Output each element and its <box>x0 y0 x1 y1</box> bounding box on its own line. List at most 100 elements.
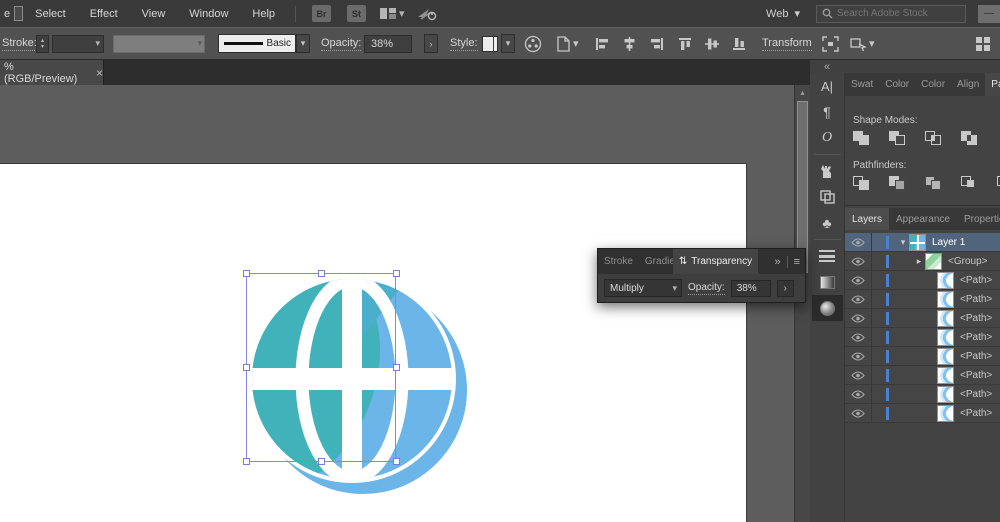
layer-thumbnail[interactable] <box>937 309 954 327</box>
recolor-artwork-icon[interactable] <box>524 35 542 53</box>
expand-chevron[interactable]: ▸ <box>913 256 925 267</box>
variable-width-profile-combo[interactable] <box>113 34 205 53</box>
stock-button[interactable]: St <box>347 5 367 22</box>
align-horizontal-left-icon[interactable] <box>595 37 610 51</box>
visibility-toggle[interactable] <box>845 327 872 347</box>
layer-name[interactable]: <Path> <box>960 294 992 305</box>
menu-item-partial[interactable]: e <box>4 8 10 20</box>
panel-menu-icon[interactable] <box>794 256 800 268</box>
visibility-toggle[interactable] <box>845 384 872 404</box>
minimize-button[interactable]: — <box>978 4 1000 23</box>
layer-thumbnail[interactable] <box>937 328 954 346</box>
visibility-toggle[interactable] <box>845 365 872 385</box>
visibility-toggle[interactable] <box>845 232 872 252</box>
layer-row[interactable]: <Path> <box>845 327 1000 347</box>
gradient-panel-icon[interactable] <box>812 269 843 295</box>
align-horizontal-right-icon[interactable] <box>649 37 664 51</box>
tab-transparency[interactable]: Transparency <box>672 249 759 274</box>
opacity-value-field[interactable]: 38% <box>364 34 412 53</box>
exclude-icon[interactable] <box>961 131 979 146</box>
visibility-toggle[interactable] <box>845 289 872 309</box>
stroke-weight-stepper[interactable] <box>36 34 49 53</box>
menu-item-effect[interactable]: Effect <box>78 8 130 20</box>
expand-panel-icon[interactable] <box>774 256 780 268</box>
align-horizontal-center-icon[interactable] <box>622 36 637 51</box>
layer-thumbnail[interactable] <box>909 233 926 251</box>
stroke-panel-icon[interactable] <box>812 243 843 269</box>
workspace-switcher[interactable]: Web <box>756 7 810 20</box>
tab-layers[interactable]: Layers <box>845 208 890 230</box>
selection-handle-w[interactable] <box>243 364 250 371</box>
layer-name[interactable]: <Path> <box>960 370 992 381</box>
canvas-vertical-scrollbar[interactable] <box>794 85 810 522</box>
layer-row[interactable]: <Path> <box>845 308 1000 328</box>
menu-item-select[interactable]: Select <box>23 8 78 20</box>
bridge-button[interactable]: Br <box>312 5 332 22</box>
brushes-panel-icon[interactable] <box>812 158 843 184</box>
layer-name[interactable]: <Path> <box>960 275 992 286</box>
visibility-toggle[interactable] <box>845 403 872 423</box>
tab-align[interactable]: Align <box>951 73 985 96</box>
search-input[interactable] <box>837 8 957 19</box>
brush-dropdown-button[interactable] <box>296 34 310 53</box>
collapse-panels-icon[interactable] <box>824 61 830 73</box>
menu-item-window[interactable]: Window <box>177 8 240 20</box>
character-panel-icon[interactable] <box>812 73 843 99</box>
layer-thumbnail[interactable] <box>937 404 954 422</box>
menu-item-view[interactable]: View <box>130 8 178 20</box>
step-down-icon[interactable] <box>41 44 44 50</box>
layer-name[interactable]: <Path> <box>960 389 992 400</box>
layer-thumbnail[interactable] <box>937 271 954 289</box>
graphic-styles-panel-icon[interactable] <box>812 184 843 210</box>
isolate-selected-object-icon[interactable] <box>822 35 839 52</box>
align-to-dropdown[interactable] <box>556 35 579 52</box>
tab-gradient[interactable]: Gradie <box>639 249 673 274</box>
selection-handle-se[interactable] <box>393 458 400 465</box>
style-swatch[interactable] <box>482 35 498 52</box>
document-tab[interactable]: % (RGB/Preview) × <box>0 60 104 85</box>
divide-icon[interactable] <box>853 176 871 191</box>
paragraph-panel-icon[interactable] <box>812 99 843 125</box>
stroke-weight-combo[interactable] <box>52 34 104 53</box>
layer-thumbnail[interactable] <box>937 366 954 384</box>
opacity-expand-button[interactable] <box>424 34 438 53</box>
selection-handle-sw[interactable] <box>243 458 250 465</box>
layer-thumbnail[interactable] <box>937 385 954 403</box>
layer-row[interactable]: <Path> <box>845 346 1000 366</box>
panel-opacity-value[interactable]: 38% <box>730 279 771 297</box>
blend-mode-combo[interactable]: Multiply <box>604 279 682 297</box>
visibility-toggle[interactable] <box>845 346 872 366</box>
gpu-performance-icon[interactable] <box>417 7 437 21</box>
layer-row[interactable]: <Path> <box>845 365 1000 385</box>
layer-name[interactable]: <Path> <box>960 351 992 362</box>
expand-chevron[interactable]: ▾ <box>897 237 909 248</box>
selection-handle-n[interactable] <box>318 270 325 277</box>
layer-name[interactable]: Layer 1 <box>932 237 965 248</box>
layer-thumbnail[interactable] <box>925 252 942 270</box>
workspace-grid-icon[interactable] <box>976 36 990 51</box>
layer-name[interactable]: <Group> <box>948 256 987 267</box>
layer-row[interactable]: <Path> <box>845 270 1000 290</box>
tab-properties[interactable]: Propertie <box>957 208 1000 230</box>
brush-definition-combo[interactable]: Basic <box>218 34 296 53</box>
stroke-label[interactable]: Stroke: <box>2 37 37 51</box>
layer-name[interactable]: <Path> <box>960 332 992 343</box>
tab-color-guide[interactable]: Color <box>915 73 951 96</box>
transform-link[interactable]: Transform <box>762 37 812 51</box>
align-vertical-center-icon[interactable] <box>705 37 720 51</box>
visibility-toggle[interactable] <box>845 270 872 290</box>
selection-handle-e[interactable] <box>393 364 400 371</box>
align-vertical-bottom-icon[interactable] <box>732 37 747 51</box>
layer-row[interactable]: <Path> <box>845 384 1000 404</box>
selection-bounding-box[interactable] <box>246 273 396 462</box>
scroll-up-arrow[interactable] <box>795 85 810 99</box>
canvas-area[interactable] <box>0 85 794 522</box>
opentype-panel-icon[interactable] <box>812 125 843 151</box>
crop-icon[interactable] <box>961 176 979 191</box>
layer-row[interactable]: ▾ Layer 1 <box>845 232 1000 252</box>
tab-pathfinder[interactable]: Path <box>985 73 1000 96</box>
menu-item-help[interactable]: Help <box>240 8 287 20</box>
style-label[interactable]: Style: <box>450 37 478 51</box>
layer-row[interactable]: <Path> <box>845 403 1000 423</box>
visibility-toggle[interactable] <box>845 251 872 271</box>
